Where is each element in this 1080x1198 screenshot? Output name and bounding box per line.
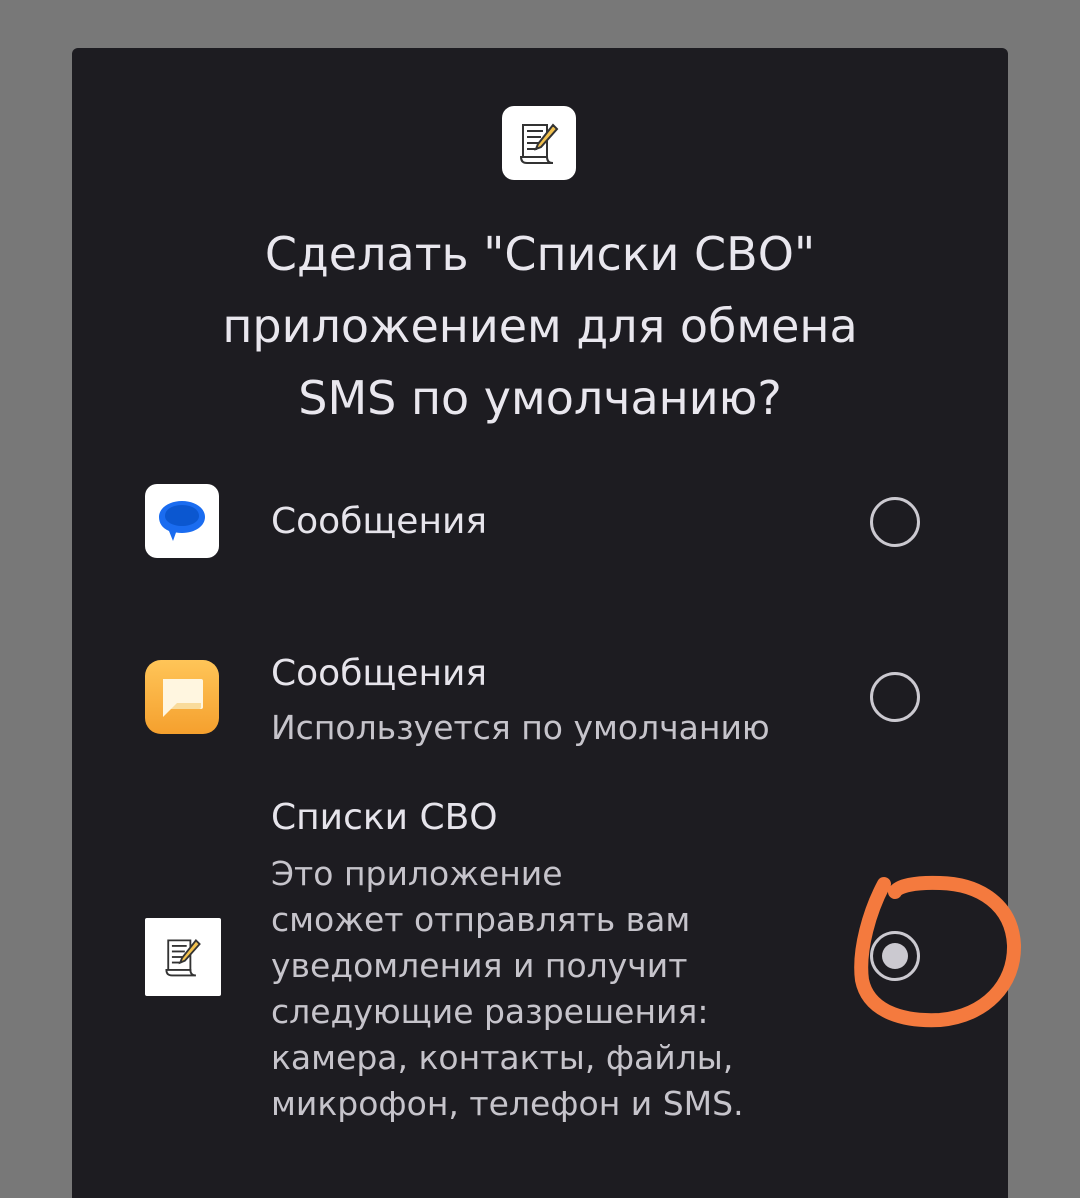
description-line: сможет отправлять вам bbox=[271, 900, 691, 939]
dialog-title: Сделать "Списки СВО" приложением для обм… bbox=[112, 218, 968, 434]
description-line: следующие разрешения: bbox=[271, 992, 709, 1031]
option-label: Списки СВО bbox=[271, 797, 498, 838]
google-messages-icon bbox=[145, 484, 219, 558]
notepad-pen-icon bbox=[145, 918, 221, 996]
option-description: Это приложение сможет отправлять вам уве… bbox=[271, 851, 791, 1127]
dialog-title-line: Сделать "Списки СВО" bbox=[264, 227, 816, 281]
description-line: камера, контакты, файлы, bbox=[271, 1038, 734, 1077]
radio-google-messages[interactable] bbox=[870, 497, 920, 547]
option-subtitle: Используется по умолчанию bbox=[271, 708, 770, 747]
radio-spiski-svo[interactable] bbox=[870, 931, 920, 981]
dialog-title-line: SMS по умолчанию? bbox=[298, 371, 782, 425]
xiaomi-messages-icon bbox=[145, 660, 219, 734]
option-label: Сообщения bbox=[271, 501, 488, 542]
radio-xiaomi-messages[interactable] bbox=[870, 672, 920, 722]
notepad-pen-icon bbox=[502, 106, 576, 180]
description-line: Это приложение bbox=[271, 854, 563, 893]
option-label: Сообщения bbox=[271, 653, 488, 694]
description-line: микрофон, телефон и SMS. bbox=[271, 1084, 744, 1123]
description-line: уведомления и получит bbox=[271, 946, 688, 985]
default-sms-app-dialog: Сделать "Списки СВО" приложением для обм… bbox=[72, 48, 1008, 1198]
dialog-title-line: приложением для обмена bbox=[222, 299, 858, 353]
